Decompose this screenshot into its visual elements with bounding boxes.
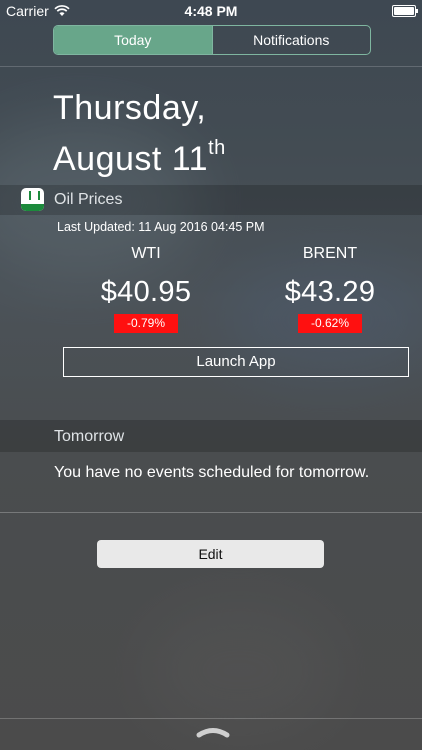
tomorrow-section-header: Tomorrow	[0, 420, 422, 452]
date-weekday: Thursday,	[53, 89, 207, 127]
price-change-badge: -0.62%	[298, 314, 362, 333]
price-value: $43.29	[284, 276, 376, 308]
widget-header[interactable]: Oil Prices	[0, 185, 422, 215]
divider	[0, 512, 422, 513]
launch-app-button[interactable]: Launch App	[63, 347, 409, 377]
price-brent: BRENT $43.29 -0.62%	[260, 242, 400, 333]
date-ordinal-suffix: th	[208, 137, 226, 159]
price-value: $40.95	[100, 276, 192, 308]
divider	[0, 66, 422, 67]
date-day-line: August 11th	[53, 128, 226, 179]
tab-today[interactable]: Today	[54, 26, 212, 54]
date-heading: Thursday, August 11th	[53, 88, 226, 179]
date-month-day: August 11	[53, 140, 209, 178]
price-wti: WTI $40.95 -0.79%	[76, 242, 216, 333]
edit-button[interactable]: Edit	[97, 540, 324, 568]
section-title: Tomorrow	[54, 428, 125, 445]
price-name: BRENT	[302, 245, 358, 262]
grabber-handle-icon[interactable]	[196, 724, 230, 738]
status-time: 4:48 PM	[184, 3, 238, 19]
battery-icon	[392, 5, 418, 17]
price-name: WTI	[131, 245, 161, 262]
segmented-control: Today Notifications	[53, 25, 371, 55]
status-bar: Carrier 4:48 PM	[0, 0, 422, 22]
last-updated-text: Last Updated: 11 Aug 2016 04:45 PM	[57, 220, 265, 234]
widget-title: Oil Prices	[54, 191, 123, 208]
oil-prices-app-icon	[21, 188, 44, 211]
tab-notifications[interactable]: Notifications	[213, 26, 371, 54]
divider	[0, 718, 422, 719]
no-events-message: You have no events scheduled for tomorro…	[54, 464, 370, 481]
price-change-badge: -0.79%	[114, 314, 178, 333]
